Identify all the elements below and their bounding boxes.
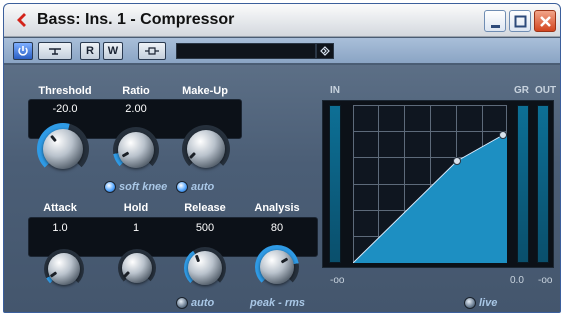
diamond-arrow-icon [320, 46, 330, 56]
minimize-button[interactable] [484, 10, 506, 32]
write-automation-button[interactable]: W [103, 42, 123, 60]
ratio-knob[interactable] [113, 127, 159, 173]
live-toggle[interactable]: live [464, 297, 497, 309]
analysis-label: Analysis [254, 202, 300, 214]
threshold-handle[interactable] [453, 157, 461, 165]
out-meter-label: OUT [535, 85, 557, 96]
auto-release-led [176, 297, 188, 309]
transfer-curve-graph[interactable] [353, 105, 507, 263]
auto-release-label: auto [191, 297, 215, 309]
hold-label: Hold [123, 202, 149, 214]
cubase-arrow-icon [17, 13, 26, 27]
bypass-button[interactable] [38, 42, 72, 60]
out-min-label: -oo [538, 275, 553, 286]
auto-release-toggle[interactable]: auto [176, 297, 214, 309]
makeup-knob[interactable] [182, 125, 230, 173]
in-min-label: -oo [330, 275, 345, 286]
makeup-label: Make-Up [182, 85, 228, 97]
compressor-window: Bass: Ins. 1 - Compressor R W Threshold [3, 3, 561, 313]
ratio-handle[interactable] [499, 131, 507, 139]
gr-meter-label: GR [514, 85, 529, 96]
input-meter [329, 105, 341, 263]
in-meter-label: IN [330, 85, 340, 96]
title-bar[interactable]: Bass: Ins. 1 - Compressor [4, 4, 560, 37]
routing-icon [145, 47, 159, 55]
auto-makeup-led [176, 181, 188, 193]
hold-knob[interactable] [118, 249, 156, 287]
live-label: live [479, 297, 498, 309]
close-icon [540, 16, 551, 27]
attack-value[interactable]: 1.0 [30, 222, 90, 234]
ratio-label: Ratio [122, 85, 150, 97]
release-knob[interactable] [184, 247, 226, 289]
ratio-value[interactable]: 2.00 [108, 103, 164, 115]
attack-knob[interactable] [44, 249, 84, 289]
threshold-value[interactable]: -20.0 [30, 103, 100, 115]
threshold-knob[interactable] [37, 123, 89, 175]
hold-value[interactable]: 1 [108, 222, 164, 234]
power-button[interactable] [13, 42, 33, 60]
window-title: Bass: Ins. 1 - Compressor [37, 11, 235, 28]
soft-knee-toggle[interactable]: soft knee [104, 181, 167, 193]
release-value[interactable]: 500 [174, 222, 236, 234]
analysis-knob[interactable] [255, 245, 299, 289]
threshold-label: Threshold [38, 85, 92, 97]
maximize-button[interactable] [509, 10, 531, 32]
analysis-range-label: peak - rms [250, 297, 306, 309]
read-automation-button[interactable]: R [80, 42, 100, 60]
preset-menu-button[interactable] [316, 43, 334, 59]
plugin-toolbar: R W [4, 38, 560, 64]
bypass-icon [49, 48, 61, 55]
compressor-panel: Threshold Ratio Make-Up -20.0 2.00 soft … [4, 65, 560, 312]
preset-field[interactable] [176, 43, 316, 59]
close-button[interactable] [534, 10, 556, 32]
power-icon [18, 46, 28, 56]
gr-zero-label: 0.0 [510, 275, 524, 286]
analysis-value[interactable]: 80 [244, 222, 310, 234]
attack-label: Attack [43, 202, 77, 214]
gain-reduction-meter [517, 105, 529, 263]
minimize-icon [491, 25, 500, 28]
release-label: Release [184, 202, 226, 214]
routing-button[interactable] [138, 42, 166, 60]
auto-makeup-label: auto [191, 181, 215, 193]
soft-knee-led [104, 181, 116, 193]
soft-knee-label: soft knee [119, 181, 168, 193]
auto-makeup-toggle[interactable]: auto [176, 181, 214, 193]
live-led [464, 297, 476, 309]
maximize-icon [514, 15, 527, 28]
output-meter [537, 105, 549, 263]
